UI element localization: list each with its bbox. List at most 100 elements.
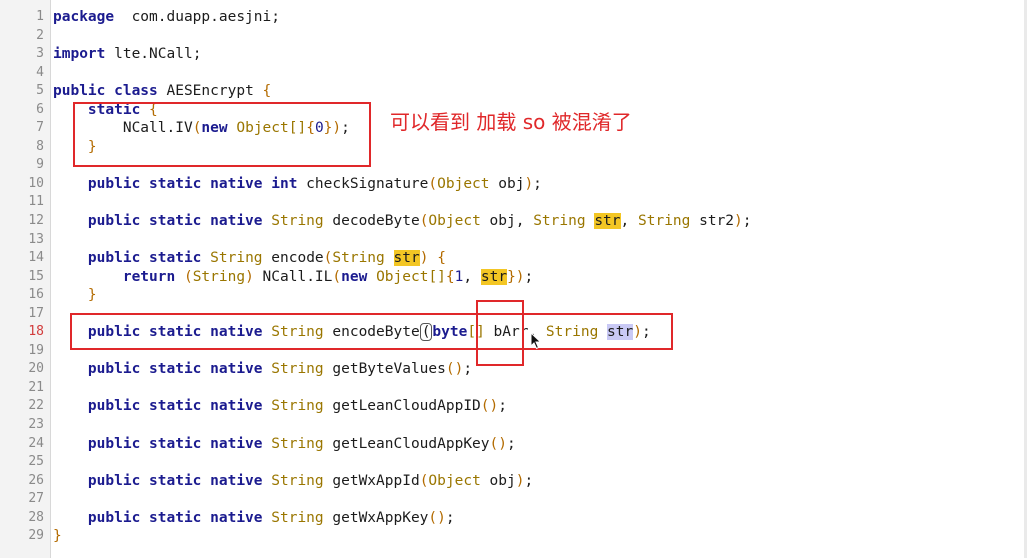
search-highlight: str xyxy=(480,268,508,285)
code-line[interactable]: 15 return (String) NCall.IL(new Object[]… xyxy=(0,268,1027,287)
line-number: 23 xyxy=(28,417,44,433)
line-number: 14 xyxy=(28,250,44,266)
code-token: { xyxy=(437,250,446,267)
code-token: () xyxy=(480,398,499,415)
code-token: , xyxy=(463,268,481,285)
line-number: 16 xyxy=(28,287,44,303)
code-token: String xyxy=(210,250,263,267)
code-line[interactable]: 12 public static native String decodeByt… xyxy=(0,212,1027,231)
code-token: getWxAppKey xyxy=(323,509,429,526)
code-editor[interactable]: 1 package com.duapp.aesjni; 2 3 import lte.N… xyxy=(0,0,1027,558)
line-number: 9 xyxy=(36,157,44,173)
code-token: ( xyxy=(428,175,438,192)
code-area[interactable]: 1 package com.duapp.aesjni; 2 3 import lte.N… xyxy=(0,8,1027,546)
code-line[interactable]: 27 xyxy=(0,490,1027,509)
code-token: lte.NCall; xyxy=(105,46,202,63)
code-line[interactable]: 25 xyxy=(0,453,1027,472)
code-token: ; xyxy=(445,509,455,526)
code-token: public static xyxy=(87,250,202,267)
code-token: public class xyxy=(53,83,158,100)
line-number: 21 xyxy=(28,379,44,395)
search-highlight: str xyxy=(594,213,621,230)
code-token: encode xyxy=(262,250,324,267)
code-line[interactable]: 24 public static native String getLeanCl… xyxy=(0,435,1027,454)
code-token: ; xyxy=(533,175,542,192)
code-line[interactable]: 22 public static native String getLeanCl… xyxy=(0,397,1027,416)
line-number: 2 xyxy=(36,27,44,43)
line-number: 8 xyxy=(36,138,44,154)
code-token: ; xyxy=(463,361,473,378)
code-line[interactable]: 11 xyxy=(0,193,1027,212)
code-token: new xyxy=(341,268,368,285)
code-line[interactable]: 29} xyxy=(0,527,1027,546)
code-token: package xyxy=(53,9,115,25)
code-line[interactable]: 3 import lte.NCall; xyxy=(0,45,1027,64)
code-token: public static native xyxy=(87,398,263,415)
code-token: com.duapp.aesjni; xyxy=(114,9,280,25)
line-number: 29 xyxy=(28,528,44,544)
code-line[interactable]: 5 public class AESEncrypt { xyxy=(0,82,1027,101)
code-line[interactable]: 21 xyxy=(0,379,1027,398)
code-token: getLeanCloudAppID xyxy=(323,398,481,415)
code-line[interactable]: 1 package com.duapp.aesjni; xyxy=(0,8,1027,27)
line-number: 27 xyxy=(28,491,44,507)
line-number: 1 xyxy=(36,9,44,24)
code-line[interactable]: 14 public static String encode(String st… xyxy=(0,249,1027,268)
code-text: public class AESEncrypt { xyxy=(53,82,271,101)
code-line[interactable]: 26 public static native String getWxAppI… xyxy=(0,472,1027,491)
annotation-text: 可以看到 加载 so 被混淆了 xyxy=(390,110,632,134)
line-number: 12 xyxy=(28,213,44,229)
code-token: ; xyxy=(524,472,534,489)
code-token: String xyxy=(271,509,324,526)
code-line[interactable]: 4 xyxy=(0,64,1027,83)
code-text: public static native String getWxAppId(O… xyxy=(53,472,533,491)
line-number: 22 xyxy=(28,398,44,414)
code-line[interactable]: 10 public static native int checkSignatu… xyxy=(0,175,1027,194)
code-line[interactable]: 28 public static native String getWxAppK… xyxy=(0,509,1027,528)
code-token: ) xyxy=(734,213,743,230)
code-token: () xyxy=(489,435,507,452)
code-line[interactable]: 13 xyxy=(0,231,1027,250)
line-number: 26 xyxy=(28,472,44,488)
code-text: public static native String getByteValue… xyxy=(53,360,472,379)
code-token: obj xyxy=(489,175,525,192)
code-token: { xyxy=(262,83,272,100)
bArr-param-highlight-box xyxy=(476,300,524,366)
code-token: String xyxy=(271,361,324,378)
code-line[interactable]: 23 xyxy=(0,416,1027,435)
code-token: String xyxy=(271,435,324,452)
code-token: Object xyxy=(428,472,481,489)
code-text: public static native String getWxAppKey(… xyxy=(53,509,455,528)
code-token: Object[] xyxy=(376,268,446,285)
mouse-cursor-icon xyxy=(530,332,542,350)
line-number: 18 xyxy=(28,324,44,340)
code-line[interactable]: 2 xyxy=(0,27,1027,46)
code-text: public static native int checkSignature(… xyxy=(53,175,542,194)
code-token: { xyxy=(445,268,455,285)
code-token: public static native xyxy=(87,361,263,378)
line-number: 4 xyxy=(36,64,44,80)
code-token: getByteValues xyxy=(323,361,446,378)
code-token: ( xyxy=(183,268,193,285)
code-token: } xyxy=(507,268,516,285)
code-token: ( xyxy=(332,268,342,285)
code-token: public static native xyxy=(87,472,263,489)
code-token: String xyxy=(271,398,324,415)
